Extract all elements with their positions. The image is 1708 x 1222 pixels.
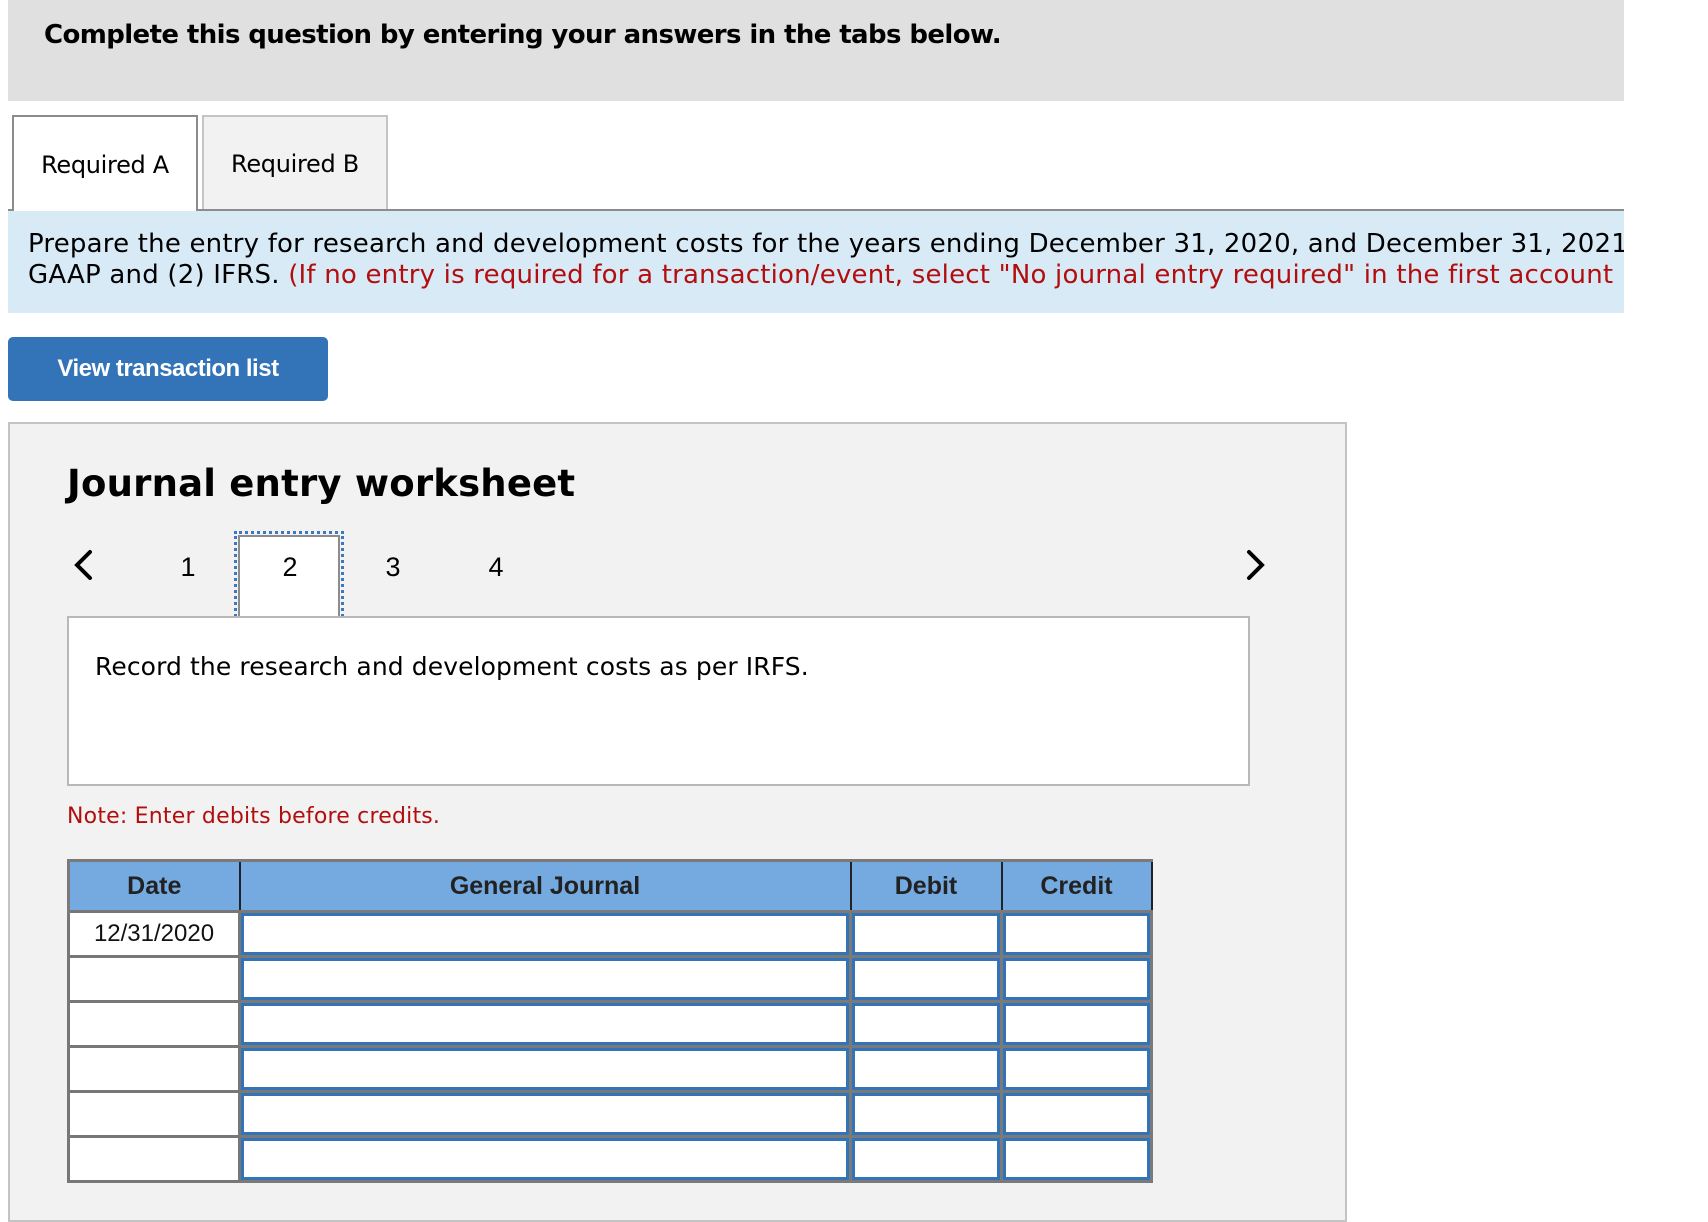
banner-title: Complete this question by entering your …: [44, 20, 1002, 50]
column-header-general-journal: General Journal: [238, 859, 852, 913]
table-row: [67, 1090, 1153, 1138]
credit-cell: [1000, 1090, 1153, 1138]
credit-cell: [1000, 1045, 1153, 1093]
entry-description-box: Record the research and development cost…: [67, 616, 1250, 786]
credit-cell: [1000, 955, 1153, 1003]
instructions-line-1: Prepare the entry for research and devel…: [28, 229, 1624, 259]
date-cell: [67, 1045, 241, 1093]
credit-cell: [1000, 910, 1153, 958]
credit-input[interactable]: [1003, 1048, 1150, 1090]
account-cell: [238, 955, 852, 1003]
column-header-debit: Debit: [849, 859, 1003, 913]
credit-input[interactable]: [1003, 1003, 1150, 1045]
journal-table: Date General Journal Debit Credit 12/31/…: [67, 859, 1153, 1183]
account-cell: [238, 1090, 852, 1138]
table-row: [67, 955, 1153, 1003]
date-cell: 12/31/2020: [67, 910, 241, 958]
tab-required-b[interactable]: Required B: [202, 115, 388, 210]
debit-cell: [849, 1135, 1003, 1183]
account-cell: [238, 1135, 852, 1183]
credit-input[interactable]: [1003, 958, 1150, 1000]
table-row: 12/31/2020: [67, 910, 1153, 958]
debit-input[interactable]: [852, 1138, 1000, 1180]
credit-input[interactable]: [1003, 1138, 1150, 1180]
instructions-line-2: GAAP and (2) IFRS.: [28, 260, 289, 290]
account-cell: [238, 910, 852, 958]
account-select[interactable]: [241, 958, 849, 1000]
date-cell: [67, 955, 241, 1003]
page-tab-3[interactable]: 3: [378, 552, 408, 583]
tab-required-a[interactable]: Required A: [12, 115, 198, 212]
page-tab-2[interactable]: 2: [275, 552, 305, 583]
instructions-text: Prepare the entry for research and devel…: [28, 229, 1624, 291]
credit-cell: [1000, 1135, 1153, 1183]
debit-input[interactable]: [852, 958, 1000, 1000]
instructions-panel: Prepare the entry for research and devel…: [8, 211, 1624, 313]
question-banner: Complete this question by entering your …: [8, 0, 1624, 101]
view-transaction-list-button[interactable]: View transaction list: [8, 337, 328, 401]
page-tab-1[interactable]: 1: [173, 552, 203, 583]
column-header-date: Date: [67, 859, 241, 913]
credit-input[interactable]: [1003, 913, 1150, 955]
debit-cell: [849, 1045, 1003, 1093]
table-row: [67, 1045, 1153, 1093]
page-tab-4[interactable]: 4: [481, 552, 511, 583]
date-cell: [67, 1090, 241, 1138]
entry-description: Record the research and development cost…: [95, 652, 809, 681]
table-row: [67, 1000, 1153, 1048]
debit-credit-note: Note: Enter debits before credits.: [67, 804, 441, 829]
account-select[interactable]: [241, 1138, 849, 1180]
debit-input[interactable]: [852, 1093, 1000, 1135]
chevron-right-icon[interactable]: [1243, 548, 1267, 582]
date-cell: [67, 1135, 241, 1183]
table-row: [67, 1135, 1153, 1183]
debit-cell: [849, 955, 1003, 1003]
debit-cell: [849, 1090, 1003, 1138]
worksheet-heading: Journal entry worksheet: [67, 462, 576, 505]
debit-input[interactable]: [852, 1003, 1000, 1045]
account-select[interactable]: [241, 913, 849, 955]
account-cell: [238, 1045, 852, 1093]
chevron-left-icon[interactable]: [72, 548, 96, 582]
date-cell: [67, 1000, 241, 1048]
debit-cell: [849, 1000, 1003, 1048]
debit-cell: [849, 910, 1003, 958]
instructions-hint: (If no entry is required for a transacti…: [288, 260, 1614, 290]
credit-input[interactable]: [1003, 1093, 1150, 1135]
account-cell: [238, 1000, 852, 1048]
account-select[interactable]: [241, 1003, 849, 1045]
credit-cell: [1000, 1000, 1153, 1048]
account-select[interactable]: [241, 1093, 849, 1135]
debit-input[interactable]: [852, 913, 1000, 955]
account-select[interactable]: [241, 1048, 849, 1090]
table-header-row: Date General Journal Debit Credit: [67, 859, 1153, 913]
debit-input[interactable]: [852, 1048, 1000, 1090]
column-header-credit: Credit: [1000, 859, 1153, 913]
